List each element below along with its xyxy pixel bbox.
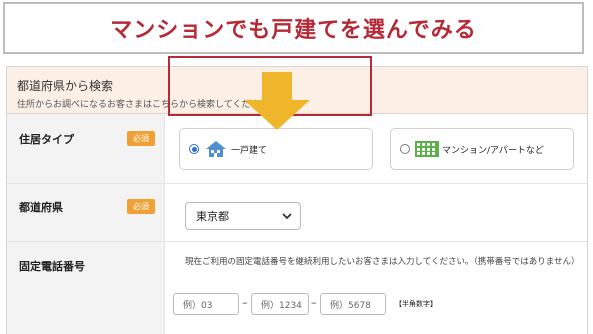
prefecture-label-cell: 都道府県 必須	[7, 184, 165, 241]
radio-detached-house[interactable]	[189, 144, 199, 154]
half-width-hint: 【半角数字】	[395, 300, 437, 308]
option-apartment-label: マンション/アパートなど	[442, 145, 544, 156]
required-badge: 必須	[127, 199, 155, 214]
phone-separator: –	[242, 296, 248, 309]
phone-note: 現在ご利用の固定電話番号を継続利用したいお客さまは入力してください。（携帯番号で…	[185, 257, 580, 267]
down-arrow-icon	[242, 72, 312, 136]
phone-area-code-placeholder: 例）03	[183, 300, 213, 311]
required-badge: 必須	[127, 131, 155, 146]
phone-local-code-input[interactable]: 例）1234	[251, 293, 309, 315]
option-detached-house-label: 一戸建て	[231, 145, 268, 156]
phone-label: 固定電話番号	[19, 260, 85, 273]
prefecture-select[interactable]: 東京都	[185, 202, 301, 230]
apartment-icon	[415, 141, 439, 157]
house-icon	[205, 140, 227, 158]
phone-subscriber-input[interactable]: 例）5678	[320, 293, 386, 315]
title-banner: マンションでも戸建てを選んでみる	[3, 2, 584, 54]
prefecture-select-value: 東京都	[196, 210, 229, 223]
phone-subscriber-placeholder: 例）5678	[330, 300, 371, 311]
chevron-down-icon	[282, 211, 292, 224]
housing-type-label: 住居タイプ	[19, 133, 74, 146]
phone-local-code-placeholder: 例）1234	[261, 300, 302, 311]
option-apartment[interactable]: マンション/アパートなど	[390, 128, 574, 170]
radio-apartment[interactable]	[400, 144, 410, 154]
housing-type-label-cell: 住居タイプ 必須	[7, 114, 165, 183]
banner-text: マンションでも戸建てを選んでみる	[110, 18, 477, 43]
prefecture-label: 都道府県	[19, 201, 63, 214]
phone-separator: –	[311, 296, 317, 309]
phone-area-code-input[interactable]: 例）03	[173, 293, 239, 315]
phone-label-cell: 固定電話番号	[7, 242, 165, 334]
